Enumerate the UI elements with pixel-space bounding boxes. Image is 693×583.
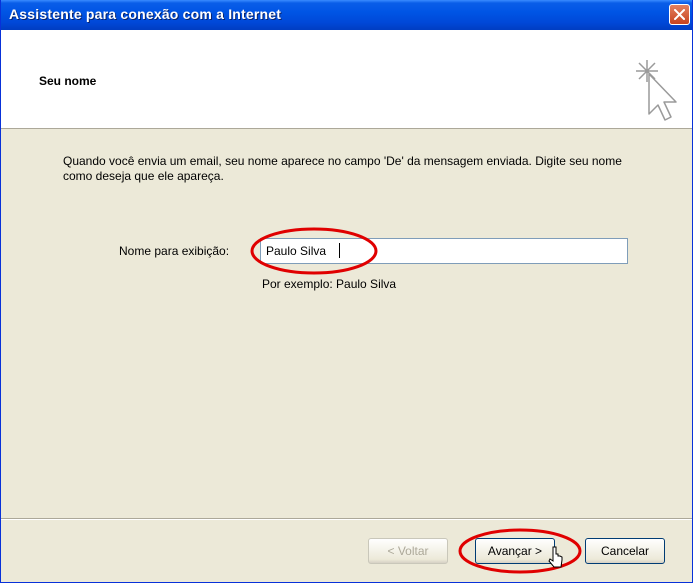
wizard-sparkle-cursor-icon xyxy=(636,60,677,121)
instructions-text: Quando você envia um email, seu nome apa… xyxy=(63,154,622,183)
wizard-window: Assistente para conexão com a Internet S… xyxy=(0,0,693,583)
text-caret xyxy=(339,243,340,258)
cancel-button[interactable]: Cancelar xyxy=(585,538,665,564)
next-button[interactable]: Avançar > xyxy=(475,538,555,564)
display-name-input[interactable] xyxy=(260,238,628,264)
wizard-header: Seu nome xyxy=(1,30,692,129)
title-bar[interactable]: Assistente para conexão com a Internet xyxy=(1,0,692,30)
back-button[interactable]: < Voltar xyxy=(368,538,448,564)
page-title: Seu nome xyxy=(39,74,97,88)
mouse-pointer-icon xyxy=(548,546,563,568)
close-button[interactable] xyxy=(669,4,690,25)
window-title: Assistente para conexão com a Internet xyxy=(9,6,282,22)
footer-separator xyxy=(1,518,692,520)
example-text: Por exemplo: Paulo Silva xyxy=(262,277,397,291)
display-name-label: Nome para exibição: xyxy=(119,244,230,258)
close-icon xyxy=(674,9,685,20)
